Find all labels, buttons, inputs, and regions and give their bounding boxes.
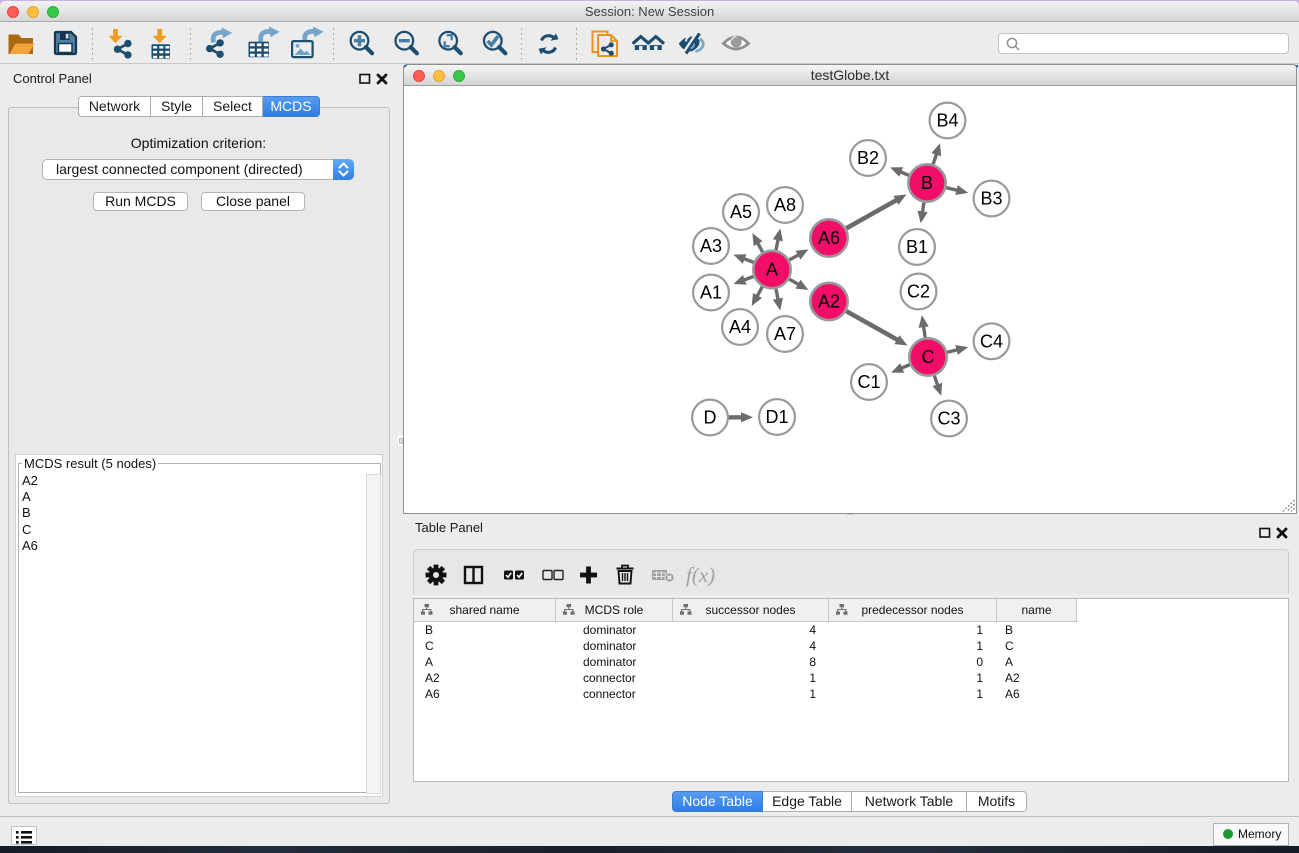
svg-text:A8: A8 <box>774 195 796 215</box>
svg-text:A: A <box>766 260 778 280</box>
svg-text:A6: A6 <box>818 228 840 248</box>
svg-text:A7: A7 <box>774 324 796 344</box>
svg-text:C3: C3 <box>937 409 960 429</box>
svg-text:A5: A5 <box>730 202 752 222</box>
svg-text:C: C <box>922 347 935 367</box>
svg-text:A1: A1 <box>700 283 722 303</box>
svg-text:B: B <box>921 173 933 193</box>
svg-text:B2: B2 <box>857 148 879 168</box>
svg-text:A3: A3 <box>700 236 722 256</box>
svg-text:C1: C1 <box>857 372 880 392</box>
svg-text:B4: B4 <box>936 111 958 131</box>
svg-text:C4: C4 <box>980 331 1003 351</box>
svg-text:A4: A4 <box>729 317 751 337</box>
svg-text:D: D <box>704 408 717 428</box>
svg-text:f(x): f(x) <box>686 563 715 587</box>
svg-text:B3: B3 <box>980 189 1002 209</box>
svg-text:B1: B1 <box>906 237 928 257</box>
svg-text:C2: C2 <box>907 282 930 302</box>
svg-text:A2: A2 <box>818 292 840 312</box>
svg-text:D1: D1 <box>765 407 788 427</box>
